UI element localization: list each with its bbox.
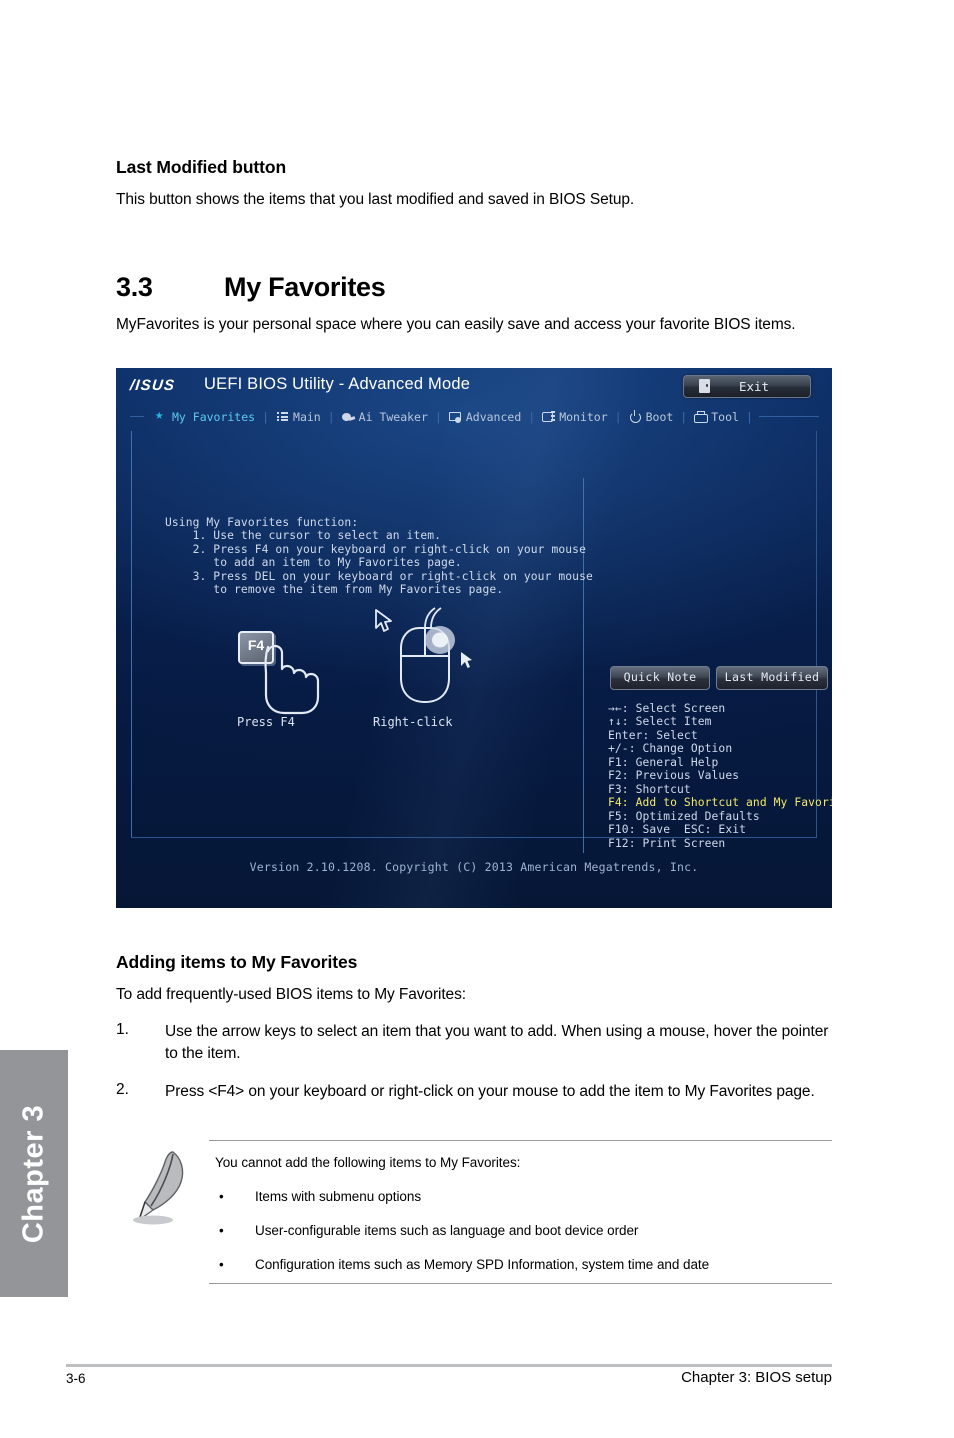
bios-tab-label: Tool: [711, 409, 739, 424]
note-intro-text: You cannot add the following items to My…: [215, 1155, 521, 1170]
mouse-cursor-icon: [461, 652, 472, 668]
my-favorites-help-text: Using My Favorites function: 1. Use the …: [165, 516, 593, 597]
shortcut-f4-highlight: F4: Add to Shortcut and My Favorites: [608, 796, 832, 810]
note-bullet-text: User-configurable items such as language…: [255, 1223, 639, 1238]
quick-note-button[interactable]: Quick Note: [610, 666, 710, 690]
section-heading: 3.3 My Favorites: [116, 272, 832, 303]
tab-separator: |: [745, 409, 753, 424]
section-number: 3.3: [116, 272, 153, 302]
tab-separator: |: [434, 409, 442, 424]
exit-button-label: Exit: [738, 379, 770, 394]
footer-chapter-label: Chapter 3: BIOS setup: [681, 1369, 832, 1386]
star-icon: [155, 407, 168, 423]
bios-tab-advanced[interactable]: Advanced: [442, 410, 528, 424]
press-f4-illustration: F4: [228, 621, 353, 716]
bullet-marker: •: [219, 1257, 224, 1272]
power-icon: [629, 410, 642, 423]
bios-tab-label: Main: [293, 409, 321, 424]
tab-separator: |: [680, 409, 688, 424]
keyboard-shortcut-legend: →←: Select Screen ↑↓: Select Item Enter:…: [608, 702, 832, 850]
bios-version-text: Version 2.10.1208. Copyright (C) 2013 Am…: [249, 860, 699, 874]
advanced-icon: [448, 410, 462, 423]
bios-tab-boot[interactable]: Boot: [622, 410, 681, 424]
bios-tab-label: Monitor: [559, 409, 608, 424]
step-number: 2.: [116, 1081, 129, 1098]
press-f4-caption: Press F4: [237, 715, 295, 729]
note-bullet-text: Configuration items such as Memory SPD I…: [255, 1257, 710, 1272]
bios-tab-my-favorites[interactable]: My Favorites: [148, 407, 262, 424]
tab-separator: |: [262, 409, 270, 424]
list-icon: [276, 410, 289, 423]
tab-separator: |: [614, 409, 622, 424]
bios-tab-main[interactable]: Main: [269, 410, 328, 424]
mouse-cursor-icon: [375, 609, 392, 632]
bullet-marker: •: [219, 1189, 224, 1204]
bios-tab-bar: My Favorites | Main | Ai Tweaker | Advan…: [130, 406, 819, 427]
footer-rule: [66, 1364, 832, 1367]
tool-icon: [694, 410, 709, 423]
step-text: Press <F4> on your keyboard or right-cli…: [165, 1083, 815, 1100]
note-rule-top: [209, 1140, 832, 1141]
section-description: MyFavorites is your personal space where…: [116, 316, 796, 333]
tab-separator: |: [528, 409, 536, 424]
monitor-icon: [542, 410, 556, 423]
bios-tab-label: Ai Tweaker: [358, 409, 428, 424]
bios-titlebar: /ISUS UEFI BIOS Utility - Advanced Mode …: [116, 368, 832, 402]
note-rule-bottom: [209, 1283, 832, 1284]
tab-separator: |: [327, 409, 335, 424]
bios-utility-title: UEFI BIOS Utility - Advanced Mode: [204, 375, 471, 393]
note-box: You cannot add the following items to My…: [116, 1140, 832, 1290]
page-number: 3-6: [66, 1371, 86, 1386]
step-number: 1.: [116, 1021, 129, 1038]
chapter-tab-label: Chapter 3: [17, 1104, 50, 1243]
step-text: Use the arrow keys to select an item tha…: [165, 1023, 829, 1062]
bios-tab-monitor[interactable]: Monitor: [535, 410, 614, 424]
shortcuts-before: →←: Select Screen ↑↓: Select Item Enter:…: [608, 702, 740, 796]
tweaker-icon: [341, 410, 355, 423]
section-title: My Favorites: [224, 272, 386, 302]
bios-tab-tool[interactable]: Tool: [687, 410, 746, 424]
chapter-side-tab: Chapter 3: [0, 1050, 68, 1297]
tabbar-rule-right: [758, 416, 819, 417]
bios-tab-label: Boot: [645, 409, 674, 424]
tabbar-rule-left: [130, 416, 144, 417]
bios-tab-ai-tweaker[interactable]: Ai Tweaker: [335, 410, 435, 424]
right-click-caption: Right-click: [373, 715, 453, 729]
bios-tab-label: My Favorites: [172, 409, 256, 424]
last-modified-button[interactable]: Last Modified: [716, 666, 828, 690]
asus-logo: /ISUS: [129, 377, 177, 394]
adding-items-heading: Adding items to My Favorites: [116, 952, 358, 972]
exit-button[interactable]: Exit: [683, 375, 811, 398]
last-modified-body: This button shows the items that you las…: [116, 191, 635, 208]
adding-items-intro: To add frequently-used BIOS items to My …: [116, 986, 466, 1003]
bios-tab-label: Advanced: [465, 409, 522, 424]
bullet-marker: •: [219, 1223, 224, 1238]
shortcuts-after: F5: Optimized Defaults F10: Save ESC: Ex…: [608, 809, 760, 850]
note-bullet-text: Items with submenu options: [255, 1189, 422, 1204]
bios-screenshot: /ISUS UEFI BIOS Utility - Advanced Mode …: [116, 368, 832, 908]
last-modified-heading: Last Modified button: [116, 157, 287, 177]
note-pencil-icon: [133, 1151, 184, 1225]
pointing-hand-icon: [264, 644, 320, 715]
